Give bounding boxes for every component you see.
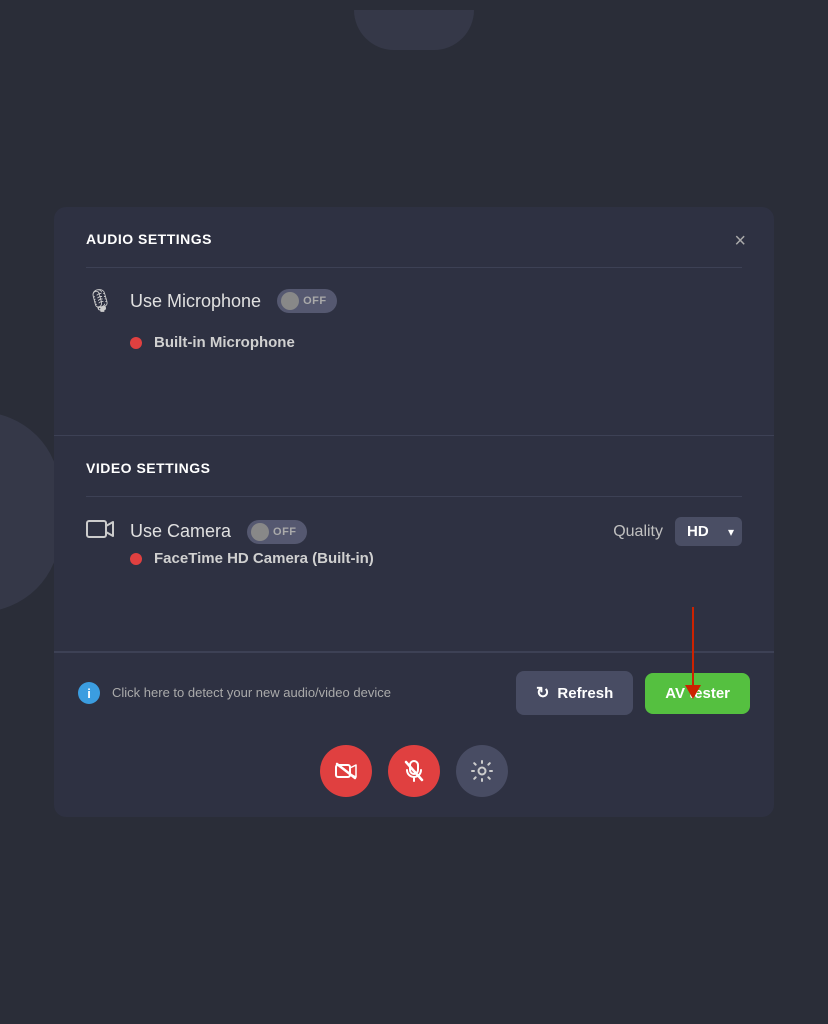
bg-arc-top	[354, 10, 474, 50]
audio-settings-title: AUDIO SETTINGS	[86, 231, 742, 247]
bottom-toolbar	[54, 733, 774, 817]
microphone-device-item[interactable]: Built-in Microphone	[86, 330, 742, 355]
detect-device-text[interactable]: Click here to detect your new audio/vide…	[112, 684, 504, 702]
footer-bar: i Click here to detect your new audio/vi…	[54, 652, 774, 733]
refresh-label: Refresh	[557, 685, 613, 702]
use-microphone-label: Use Microphone	[130, 291, 261, 312]
bg-arc-left	[0, 412, 60, 612]
av-tester-button[interactable]: AV tester	[645, 673, 750, 714]
camera-toggle-knob	[251, 523, 269, 541]
camera-toggle[interactable]: OFF	[247, 520, 307, 544]
info-icon: i	[78, 682, 100, 704]
microphone-device-indicator	[130, 337, 142, 349]
settings-dialog: × AUDIO SETTINGS 🎙 Use Microphone OFF Bu…	[54, 207, 774, 817]
refresh-button[interactable]: ↻ Refresh	[516, 671, 633, 715]
video-section-spacer	[86, 571, 742, 631]
microphone-device-name: Built-in Microphone	[154, 334, 295, 351]
microphone-setting-row: 🎙 Use Microphone OFF	[86, 288, 742, 314]
toggle-knob	[281, 292, 299, 310]
camera-device-indicator	[130, 553, 142, 565]
app-background: × AUDIO SETTINGS 🎙 Use Microphone OFF Bu…	[0, 0, 828, 1024]
camera-icon	[86, 518, 114, 546]
refresh-icon: ↻	[536, 683, 549, 703]
video-settings-title: VIDEO SETTINGS	[86, 460, 742, 476]
quality-label: Quality	[613, 523, 663, 541]
toggle-state-label: OFF	[303, 295, 327, 307]
audio-section-spacer	[86, 355, 742, 415]
close-button[interactable]: ×	[730, 227, 750, 255]
microphone-toggle[interactable]: OFF	[277, 289, 337, 313]
camera-device-name: FaceTime HD Camera (Built-in)	[154, 550, 374, 567]
quality-group: Quality SD HD FHD	[613, 517, 742, 546]
quality-dropdown[interactable]: SD HD FHD	[675, 517, 742, 546]
camera-toggle-state-label: OFF	[273, 526, 297, 538]
mic-off-button[interactable]	[388, 745, 440, 797]
settings-button[interactable]	[456, 745, 508, 797]
camera-setting-row: Use Camera OFF Quality SD HD FHD	[86, 517, 742, 546]
quality-select-wrapper: SD HD FHD	[675, 517, 742, 546]
microphone-icon: 🎙	[86, 288, 114, 314]
camera-off-button[interactable]	[320, 745, 372, 797]
audio-settings-section: AUDIO SETTINGS 🎙 Use Microphone OFF Buil…	[54, 207, 774, 435]
video-settings-section: VIDEO SETTINGS Use Camera OFF Quality	[54, 436, 774, 651]
use-camera-label: Use Camera	[130, 521, 231, 542]
camera-device-item[interactable]: FaceTime HD Camera (Built-in)	[86, 546, 742, 571]
